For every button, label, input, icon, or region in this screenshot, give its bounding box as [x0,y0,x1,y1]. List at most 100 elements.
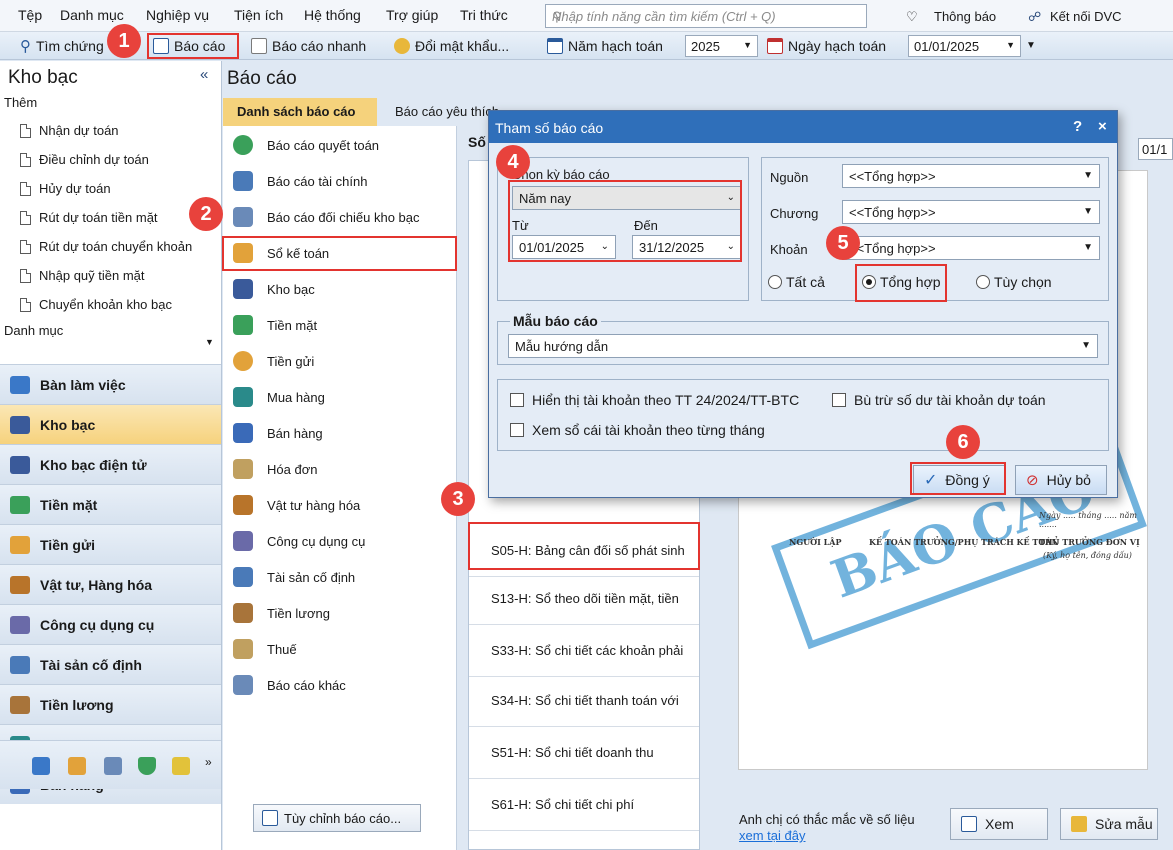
help-icon[interactable]: ? [1073,118,1082,135]
module-tools[interactable]: Công cụ dụng cụ [0,604,221,644]
search-input[interactable]: Nhập tính năng cần tìm kiếm (Ctrl + Q) ⚲ [545,4,867,28]
category-item[interactable]: Tiền lương [233,597,457,629]
step-callout-5: 5 [826,226,860,260]
notifications-link[interactable]: Thông báo [934,9,996,24]
shortcut-cash-icon[interactable] [68,757,86,775]
module-payroll[interactable]: Tiền lương [0,684,221,724]
item-select[interactable]: <<Tổng hợp>> ▼ [842,236,1100,260]
module-deposit[interactable]: Tiền gửi [0,524,221,564]
sidebar-link[interactable]: Rút dự toán tiền mặt [20,210,158,225]
show-accounts-checkbox[interactable]: Hiển thị tài khoản theo TT 24/2024/TT-BT… [510,392,799,408]
offset-balance-checkbox[interactable]: Bù trừ số dư tài khoản dự toán [832,392,1046,408]
tab-report-list[interactable]: Danh sách báo cáo [223,98,377,126]
menu-utilities[interactable]: Tiện ích [234,7,283,23]
sidebar-link[interactable]: Chuyển khoản kho bạc [20,297,172,312]
sidebar-link[interactable]: Rút dự toán chuyển khoản [20,239,192,254]
category-item[interactable]: Bán hàng [233,417,457,449]
menu-knowledge[interactable]: Tri thức [460,7,508,23]
menu-help[interactable]: Trợ giúp [386,7,438,23]
posting-date-select[interactable]: 01/01/2025 ▼ [908,35,1021,57]
view-report-icon [961,816,977,832]
module-cash[interactable]: Tiền mặt [0,484,221,524]
report-item[interactable]: S34-H: Sổ chi tiết thanh toán với [469,675,699,727]
category-item[interactable]: Tài sản cố định [233,561,457,593]
shortcut-report-icon[interactable] [32,757,50,775]
highlight-ok-button [910,462,1006,495]
sidebar-link[interactable]: Hủy dự toán [20,181,111,196]
edit-template-icon [1071,816,1087,832]
document-icon [20,239,31,254]
building-icon [233,567,253,587]
module-treasury[interactable]: Kho bạc [0,404,221,444]
sidebar-link[interactable]: Nhận dự toán [20,123,119,138]
sidebar: Kho bạc « Thêm Nhận dự toán Điều chỉnh d… [0,61,222,850]
folder-icon[interactable] [172,757,190,775]
category-item[interactable]: Báo cáo đối chiếu kho bạc [233,201,457,233]
category-item[interactable]: Tiền mặt [233,309,457,341]
search-icon[interactable]: ⚲ [552,9,862,25]
quick-reports-button[interactable]: Báo cáo nhanh [251,35,366,57]
chevron-down-icon: ▼ [1083,242,1093,253]
close-icon[interactable]: × [1098,118,1107,135]
highlight-summary-radio [855,264,947,302]
module-inventory[interactable]: Vật tư, Hàng hóa [0,564,221,604]
fiscal-year-select[interactable]: 2025 ▼ [685,35,758,57]
box-icon [233,495,253,515]
module-e-treasury[interactable]: Kho bạc điện tử [0,444,221,484]
category-item[interactable]: Thuế [233,633,457,665]
chapter-select[interactable]: <<Tổng hợp>> ▼ [842,200,1100,224]
customize-report-button[interactable]: Tùy chỉnh báo cáo... [253,804,421,832]
menu-system[interactable]: Hệ thống [304,7,361,23]
preview-date-field[interactable]: 01/1 [1138,138,1173,160]
view-button[interactable]: Xem [950,808,1048,840]
category-item[interactable]: Báo cáo quyết toán [233,129,457,161]
edit-template-button[interactable]: Sửa mẫu [1060,808,1158,840]
toolbar-overflow-icon[interactable]: ▼ [1026,40,1036,51]
shortcut-edit-icon[interactable] [104,757,122,775]
report-list-header: Số [468,134,486,150]
chevron-down-icon[interactable]: ▼ [205,337,214,347]
module-desk[interactable]: Bàn làm việc [0,364,221,404]
shield-icon[interactable] [138,757,156,775]
category-item[interactable]: Báo cáo tài chính [233,165,457,197]
chevron-down-icon: ▼ [1081,340,1091,351]
source-select[interactable]: <<Tổng hợp>> ▼ [842,164,1100,188]
highlight-period [508,180,742,262]
ledger-monthly-checkbox[interactable]: Xem sổ cái tài khoản theo từng tháng [510,422,765,438]
category-item[interactable]: Tiền gửi [233,345,457,377]
report-item[interactable]: S61-H: Sổ chi tiết chi phí [469,779,699,831]
dialog-title: Tham số báo cáo [495,120,604,136]
category-item[interactable]: Báo cáo khác [233,669,457,701]
radio-custom[interactable]: Tùy chọn [976,274,1052,290]
menu-operations[interactable]: Nghiệp vụ [146,7,209,23]
settings-report-icon [262,810,278,826]
category-item[interactable]: Công cụ dụng cụ [233,525,457,557]
voucher-search-button[interactable]: ⚲ Tìm chứng [20,35,104,57]
report-item[interactable]: S13-H: Sổ theo dõi tiền mặt, tiền [469,573,699,625]
menu-catalog[interactable]: Danh mục [60,7,124,23]
help-link[interactable]: xem tại đây [739,828,805,843]
category-item[interactable]: Kho bạc [233,273,457,305]
template-group: Mẫu báo cáo Mẫu hướng dẫn ▼ [497,313,1109,365]
radio-custom-dot [976,275,990,289]
category-item[interactable]: Mua hàng [233,381,457,413]
posting-date-label: Ngày hạch toán [767,35,886,57]
category-item[interactable]: Hóa đơn [233,453,457,485]
briefcase-icon [10,695,30,714]
cancel-button[interactable]: ⊘ Hủy bỏ [1015,465,1107,495]
module-fixed-assets[interactable]: Tài sản cố định [0,644,221,684]
radio-all[interactable]: Tất cả [768,274,825,290]
category-item[interactable]: Vật tư hàng hóa [233,489,457,521]
connect-dvc-link[interactable]: Kết nối DVC [1050,9,1122,24]
menu-file[interactable]: Tệp [18,7,42,23]
report-item[interactable]: S51-H: Sổ chi tiết doanh thu [469,727,699,779]
change-password-button[interactable]: Đổi mật khẩu... [394,35,509,57]
other-report-icon [233,675,253,695]
collapse-icon[interactable]: « [200,66,208,83]
sidebar-link[interactable]: Nhập quỹ tiền mặt [20,268,145,283]
report-item[interactable]: S33-H: Sổ chi tiết các khoản phải [469,625,699,677]
sidebar-link[interactable]: Điều chỉnh dự toán [20,152,149,167]
more-icon[interactable]: » [205,755,212,769]
document-icon [20,181,31,196]
template-select[interactable]: Mẫu hướng dẫn ▼ [508,334,1098,358]
